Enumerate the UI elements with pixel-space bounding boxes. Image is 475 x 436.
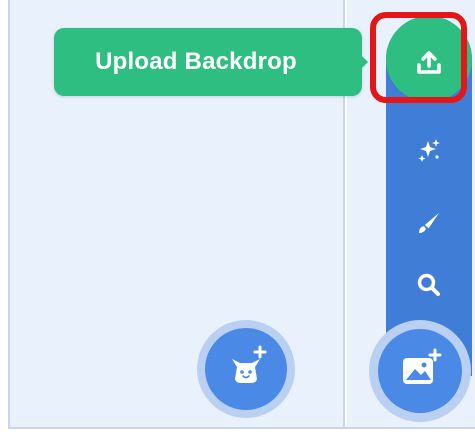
choose-sprite-button[interactable] [205, 328, 287, 410]
surprise-menu-item[interactable] [409, 130, 449, 170]
paintbrush-icon [416, 210, 442, 236]
image-plus-icon [398, 347, 442, 396]
scratch-editor-area: Upload Backdrop [0, 0, 475, 436]
paint-menu-item[interactable] [409, 203, 449, 243]
cat-plus-icon [224, 345, 268, 394]
choose-backdrop-button[interactable] [378, 329, 462, 413]
sparkle-icon [416, 137, 442, 163]
divider [8, 427, 475, 429]
tooltip-arrow [356, 50, 368, 74]
tooltip-label: Upload Backdrop [95, 48, 297, 75]
search-icon [416, 272, 442, 298]
upload-backdrop-tooltip: Upload Backdrop [54, 28, 362, 96]
highlight-box [370, 12, 467, 103]
choose-backdrop-menu-item[interactable] [409, 265, 449, 305]
